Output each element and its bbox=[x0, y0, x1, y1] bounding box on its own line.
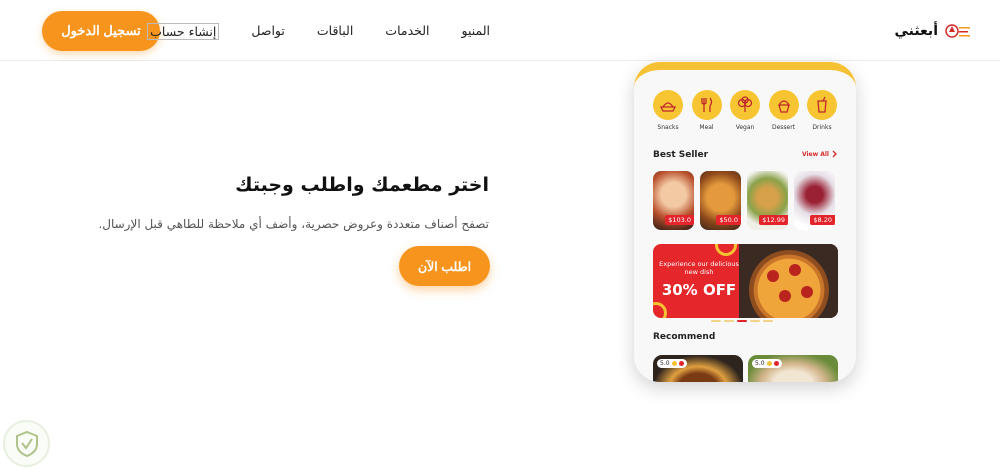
banner-text: Experience our delicious new dish bbox=[659, 260, 739, 276]
best-seller-list: $103.0 $50.0 $12.99 $8.20 bbox=[653, 171, 835, 230]
banner-decoration bbox=[715, 244, 737, 256]
brand-logo-icon bbox=[945, 24, 970, 38]
hero-description: تصفح أصناف متعددة وعروض حصرية، وأضف أي م… bbox=[98, 217, 489, 231]
carousel-dot[interactable] bbox=[724, 320, 734, 322]
category-meal[interactable]: Meal bbox=[691, 90, 723, 131]
price-tag: $8.20 bbox=[810, 215, 835, 225]
chevron-right-icon bbox=[832, 150, 837, 158]
price-tag: $103.0 bbox=[665, 215, 694, 225]
heart-icon bbox=[678, 361, 684, 366]
banner-offer: 30% OFF bbox=[661, 281, 737, 299]
nav-item-create-account[interactable]: إنشاء حساب bbox=[147, 23, 220, 40]
brand[interactable]: أبعثني bbox=[894, 19, 972, 43]
best-seller-card[interactable]: $8.20 bbox=[794, 171, 835, 230]
category-row: Snacks Meal Vegan Dessert Drinks bbox=[652, 90, 838, 131]
order-now-button[interactable]: اطلب الآن bbox=[399, 246, 490, 286]
category-label: Meal bbox=[699, 124, 714, 131]
nav-item-packages[interactable]: الباقات bbox=[317, 23, 353, 40]
recommend-card[interactable]: 5.0 bbox=[653, 355, 743, 382]
recommend-title: Recommend bbox=[653, 332, 716, 342]
category-vegan[interactable]: Vegan bbox=[729, 90, 761, 131]
price-tag: $50.0 bbox=[716, 215, 741, 225]
brand-name: أبعثني bbox=[894, 23, 938, 39]
carousel-dot[interactable] bbox=[763, 320, 773, 322]
category-snacks[interactable]: Snacks bbox=[652, 90, 684, 131]
hero-title: اختر مطعمك واطلب وجبتك bbox=[235, 174, 489, 196]
login-button[interactable]: تسجيل الدخول bbox=[42, 11, 160, 51]
star-icon bbox=[766, 361, 772, 366]
category-label: Snacks bbox=[657, 124, 679, 131]
nav-item-menu[interactable]: المنيو bbox=[461, 23, 490, 40]
banner-decoration bbox=[653, 302, 667, 318]
phone-mockup: Snacks Meal Vegan Dessert Drinks Best Se… bbox=[634, 62, 856, 382]
view-all-label: View All bbox=[801, 150, 829, 158]
category-label: Drinks bbox=[812, 124, 832, 131]
rating-value: 5.0 bbox=[755, 360, 765, 367]
rating-badge: 5.0 bbox=[657, 359, 687, 368]
carousel-dot[interactable] bbox=[750, 320, 760, 322]
recommend-list: 5.0 5.0 bbox=[653, 355, 838, 382]
best-seller-card[interactable]: $103.0 bbox=[653, 171, 694, 230]
shield-badge-icon bbox=[3, 420, 50, 467]
rating-badge: 5.0 bbox=[752, 359, 782, 368]
carousel-dots bbox=[711, 320, 773, 322]
promo-banner[interactable]: Experience our delicious new dish 30% OF… bbox=[653, 244, 838, 318]
heart-icon bbox=[773, 361, 779, 366]
category-label: Vegan bbox=[735, 124, 755, 131]
drinks-icon bbox=[817, 96, 827, 113]
category-drinks[interactable]: Drinks bbox=[806, 90, 838, 131]
price-tag: $12.99 bbox=[759, 215, 788, 225]
meal-icon bbox=[700, 97, 712, 112]
nav-item-contact[interactable]: تواصل bbox=[251, 23, 285, 40]
carousel-dot-active[interactable] bbox=[737, 320, 747, 322]
best-seller-card[interactable]: $50.0 bbox=[700, 171, 741, 230]
recommend-card[interactable]: 5.0 bbox=[748, 355, 838, 382]
dessert-icon bbox=[777, 100, 790, 113]
snacks-icon bbox=[659, 102, 677, 112]
category-dessert[interactable]: Dessert bbox=[768, 90, 800, 131]
best-seller-card[interactable]: $12.99 bbox=[747, 171, 788, 230]
category-label: Dessert bbox=[771, 124, 796, 131]
vegan-icon bbox=[737, 96, 753, 112]
main-nav: المنيو الخدمات الباقات تواصل إنشاء حساب bbox=[147, 23, 490, 40]
rating-value: 5.0 bbox=[660, 360, 670, 367]
nav-item-services[interactable]: الخدمات bbox=[385, 23, 429, 40]
best-seller-title: Best Seller bbox=[653, 150, 709, 160]
star-icon bbox=[671, 361, 677, 366]
carousel-dot[interactable] bbox=[711, 320, 721, 322]
view-all-link[interactable]: View All bbox=[802, 150, 838, 158]
top-header: تسجيل الدخول المنيو الخدمات الباقات تواص… bbox=[0, 0, 1000, 61]
